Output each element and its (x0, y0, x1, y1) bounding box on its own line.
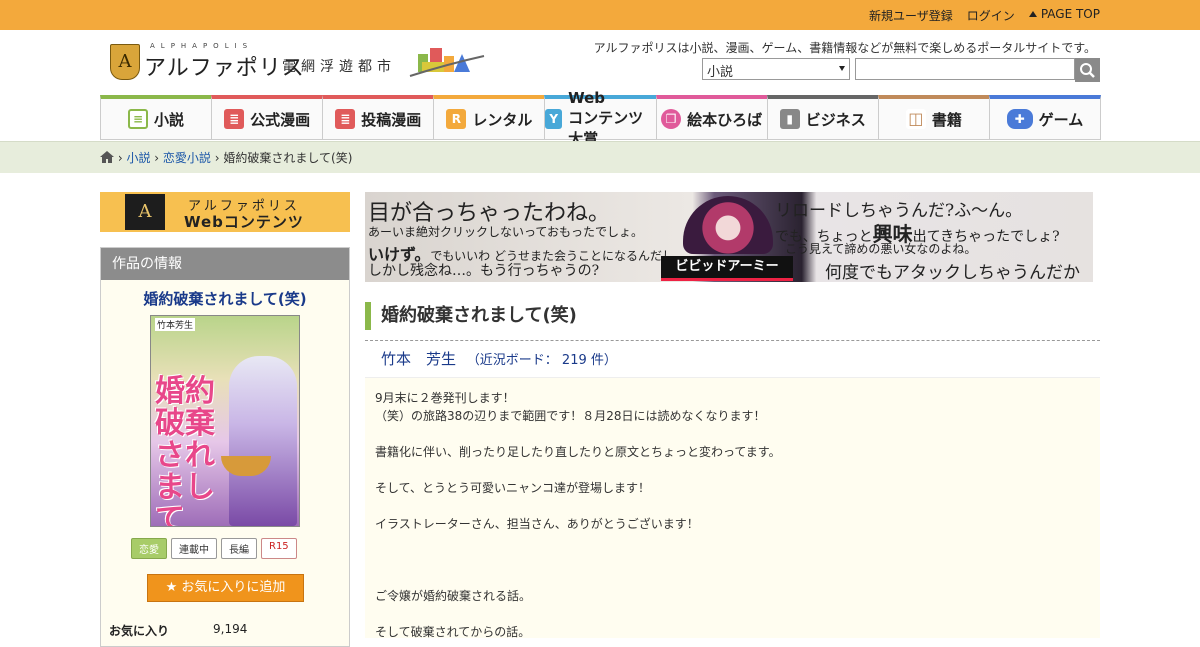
breadcrumb-item-romance[interactable]: 恋愛小説 (163, 151, 211, 165)
nav-tab-posted-manga[interactable]: ≣ 投稿漫画 (322, 95, 435, 140)
nav-tab-label: ゲーム (1038, 110, 1084, 129)
alphapolis-emblem-icon: A (110, 44, 140, 80)
favorites-label: お気に入り (109, 624, 170, 638)
tag-romance[interactable]: 恋愛 (131, 538, 167, 559)
author-line: 竹本 芳生 （近況ボード： 219 件） (381, 348, 617, 369)
logo-brand: アルファポリス (144, 56, 305, 81)
nav-tab-label: 投稿漫画 (361, 110, 422, 129)
ad-banner[interactable]: 目が合っちゃったわね。 あーいま絶対クリックしないっておもったでしょ。 いけず。… (365, 192, 1093, 282)
search-input[interactable] (855, 58, 1075, 80)
nav-tab-official-manga[interactable]: ≣ 公式漫画 (211, 95, 324, 140)
work-title-link[interactable]: 婚約破棄されまして(笑) (101, 288, 349, 309)
description-line: （笑）の旅路38の辺りまで範囲です！８月28日には読めなくなります！ (375, 409, 766, 423)
nav-tab-web-contents-award[interactable]: Y Web コンテンツ大賞 (544, 89, 657, 148)
tag-r15: R15 (261, 538, 297, 559)
main-nav: ≡ 小説 ≣ 公式漫画 ≣ 投稿漫画 R レンタル Y Web コンテンツ大賞 ❒… (100, 89, 1101, 148)
rental-icon: R (446, 109, 467, 129)
open-book-icon: ◫ (905, 109, 926, 129)
breadcrumb-item-novel[interactable]: 小説 (126, 151, 150, 165)
banner-character-image (683, 196, 773, 254)
cover-title: 婚約破棄されまして(笑) (155, 374, 215, 527)
tag-long: 長編 (221, 538, 257, 559)
banner-text: 何度でもアタックしちゃうんだから。 (825, 263, 1080, 282)
page-top-label: PAGE TOP (1040, 7, 1100, 21)
divider (365, 340, 1100, 341)
book-cover-image[interactable]: 竹本芳生 婚約破棄されまして(笑) (150, 315, 300, 527)
description-line: 9月末に２巻発刊します！ (375, 391, 515, 405)
manga-icon: ≣ (335, 109, 356, 129)
bar-chart-icon: ▮ (779, 109, 800, 129)
banner-text: しかし残念ね…。もう行っちゃうの? (368, 263, 600, 279)
caret-up-icon (1028, 11, 1037, 17)
banner-logo: ビビッドアーミー (661, 256, 793, 281)
home-icon[interactable] (100, 151, 114, 163)
add-favorite-button[interactable]: ★ お気に入りに追加 (147, 574, 304, 602)
gamepad-icon: ✚ (1006, 109, 1033, 129)
banner-text: あーいま絶対クリックしないっておもったでしょ。 (368, 225, 644, 239)
favorites-count: 9,194 (213, 622, 248, 636)
search-category-value: 小説 (707, 65, 734, 80)
nav-tab-label: 書籍 (931, 110, 962, 129)
manga-icon: ≣ (224, 109, 245, 129)
nav-tab-picture-book[interactable]: ❒ 絵本ひろば (655, 95, 768, 140)
work-info-header: 作品の情報 (101, 248, 349, 280)
work-info-panel: 作品の情報 婚約破棄されまして(笑) 竹本芳生 婚約破棄されまして(笑) 恋愛 … (100, 247, 350, 647)
alphapolis-emblem-icon: A (125, 194, 165, 230)
genre-tags: 恋愛 連載中 長編 R15 (131, 538, 297, 559)
picture-book-icon: ❒ (661, 109, 682, 129)
register-link[interactable]: 新規ユーザ登録 (869, 7, 953, 24)
web-contents-banner[interactable]: A アルファポリス Webコンテンツ (100, 192, 350, 232)
breadcrumb: › 小説 › 恋愛小説 › 婚約破棄されまして(笑) (100, 149, 352, 166)
nav-tab-business[interactable]: ▮ ビジネス (766, 95, 879, 140)
tag-serializing: 連載中 (171, 538, 217, 559)
page-top-link[interactable]: PAGE TOP (1028, 7, 1100, 24)
banner-text: こう見えて諦めの悪い女なのよね。 (785, 242, 977, 256)
nav-tab-label: Web コンテンツ大賞 (568, 89, 655, 149)
web-contents-line2: Webコンテンツ (184, 213, 304, 231)
cover-character (229, 356, 297, 526)
work-description: 9月末に２巻発刊します！ （笑）の旅路38の辺りまで範囲です！８月28日には読め… (365, 377, 1100, 639)
breadcrumb-band: › 小説 › 恋愛小説 › 婚約破棄されまして(笑) (0, 141, 1200, 173)
dropdown-arrow-icon (839, 66, 845, 71)
nav-tab-label: レンタル (472, 110, 533, 129)
page-title: 婚約破棄されまして(笑) (365, 302, 1100, 330)
star-icon: ★ (165, 580, 178, 595)
site-logo[interactable]: A ALPHAPOLIS アルファポリス 電網浮遊都市 (110, 42, 490, 82)
breadcrumb-current: 婚約破棄されまして(笑) (223, 151, 353, 165)
top-bar: 新規ユーザ登録 ログイン PAGE TOP (0, 0, 1200, 30)
add-favorite-label: お気に入りに追加 (181, 580, 286, 595)
city-illustration-icon (409, 48, 485, 77)
search-button[interactable] (1075, 58, 1100, 82)
nav-tab-label: 公式漫画 (250, 110, 311, 129)
nav-tab-novel[interactable]: ≡ 小説 (100, 95, 213, 140)
login-link[interactable]: ログイン (967, 7, 1015, 24)
board-count-link[interactable]: （近況ボード： 219 件） (467, 353, 617, 368)
description-line: ご令嬢が婚約破棄される話。 (375, 589, 532, 603)
nav-tab-label: 絵本ひろば (687, 110, 763, 129)
description-line: そして、とうとう可愛いニャンコ達が登場します！ (375, 481, 651, 495)
author-link[interactable]: 竹本 芳生 (381, 350, 456, 368)
nav-tab-books[interactable]: ◫ 書籍 (877, 95, 990, 140)
logo-tagline: 電網浮遊都市 (282, 59, 396, 75)
nav-tab-label: ビジネス (805, 110, 866, 129)
description-line: 書籍化に伴い、削ったり足したり直したりと原文とちょっと変わってます。 (375, 445, 781, 459)
logo-small-text: ALPHAPOLIS (150, 42, 254, 50)
novel-icon: ≡ (128, 109, 149, 129)
cover-author: 竹本芳生 (155, 318, 196, 331)
nav-tab-label: 小説 (154, 110, 185, 129)
search-icon (1080, 63, 1095, 78)
site-description: アルファポリスは小説、漫画、ゲーム、書籍情報などが無料で楽しめるポータルサイトで… (593, 41, 1096, 55)
nav-tab-games[interactable]: ✚ ゲーム (988, 95, 1101, 140)
top-links: 新規ユーザ登録 ログイン PAGE TOP (869, 7, 1100, 24)
nav-tab-label-top: Web (568, 89, 606, 107)
description-line: そして破棄されてからの話。 (375, 625, 531, 639)
search-category-select[interactable]: 小説 (702, 58, 850, 80)
trophy-icon: Y (545, 109, 563, 129)
description-line: イラストレーターさん、担当さん、ありがとうございます！ (375, 517, 699, 531)
nav-tab-rental[interactable]: R レンタル (433, 95, 546, 140)
